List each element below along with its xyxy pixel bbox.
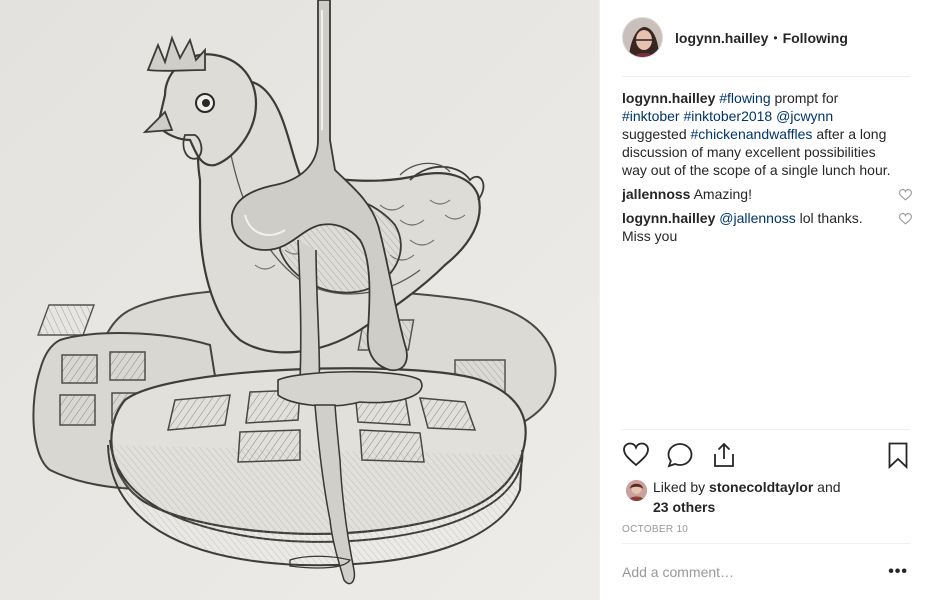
- caption-hashtag[interactable]: @jcwynn: [776, 108, 833, 124]
- comment-like-icon[interactable]: [899, 213, 912, 225]
- comment-icon[interactable]: [666, 441, 694, 469]
- comment-item: jallennoss Amazing!: [622, 185, 912, 203]
- post-side-panel: logynn.hailley • Following logynn.haille…: [599, 0, 931, 600]
- add-comment-bar: •••: [622, 543, 910, 600]
- comment-item: logynn.hailley @jallennoss lol thanks. M…: [622, 209, 912, 245]
- caption-hashtag[interactable]: #flowing: [719, 90, 770, 106]
- bookmark-icon[interactable]: [884, 441, 912, 469]
- caption-username[interactable]: logynn.hailley: [622, 90, 715, 106]
- caption-hashtag[interactable]: #inktober: [622, 108, 680, 124]
- comment-text: Amazing!: [693, 186, 752, 202]
- comment-mention[interactable]: @jallennoss: [719, 210, 795, 226]
- header-separator: •: [773, 30, 778, 45]
- instagram-post: logynn.hailley • Following logynn.haille…: [0, 0, 931, 600]
- caption-hashtag[interactable]: #inktober2018: [683, 108, 772, 124]
- post-image[interactable]: [0, 0, 599, 600]
- post-date[interactable]: OCTOBER 10: [622, 524, 688, 535]
- caption: logynn.hailley #flowing prompt for #inkt…: [622, 89, 912, 179]
- comment-username[interactable]: jallennoss: [622, 186, 690, 202]
- likes-text: Liked by stonecoldtaylor and 23 others: [653, 477, 841, 517]
- likes-others-link[interactable]: 23 others: [653, 499, 715, 515]
- share-icon[interactable]: [710, 441, 738, 469]
- author-avatar[interactable]: [622, 17, 663, 58]
- likes-prefix: Liked by: [653, 479, 710, 495]
- author-username[interactable]: logynn.hailley: [675, 30, 768, 46]
- add-comment-input[interactable]: [622, 562, 889, 582]
- heart-icon[interactable]: [622, 441, 650, 469]
- comment-username[interactable]: logynn.hailley: [622, 210, 715, 226]
- post-header: logynn.hailley • Following: [622, 17, 910, 77]
- chicken-and-waffles-drawing: [0, 0, 599, 600]
- comment-like-icon[interactable]: [899, 189, 912, 201]
- liker-avatar[interactable]: [626, 480, 647, 501]
- caption-hashtag[interactable]: #chickenandwaffles: [691, 126, 813, 142]
- comments-section: logynn.hailley #flowing prompt for #inkt…: [622, 89, 912, 245]
- likes-and: and: [813, 479, 841, 495]
- caption-text-segment: suggested: [622, 126, 691, 142]
- more-options-icon[interactable]: •••: [888, 563, 908, 581]
- following-button[interactable]: Following: [783, 30, 848, 46]
- caption-text-segment: prompt for: [770, 90, 839, 106]
- liker-username[interactable]: stonecoldtaylor: [709, 479, 813, 495]
- likes-summary: Liked by stonecoldtaylor and 23 others: [622, 477, 910, 517]
- action-bar: [622, 429, 910, 479]
